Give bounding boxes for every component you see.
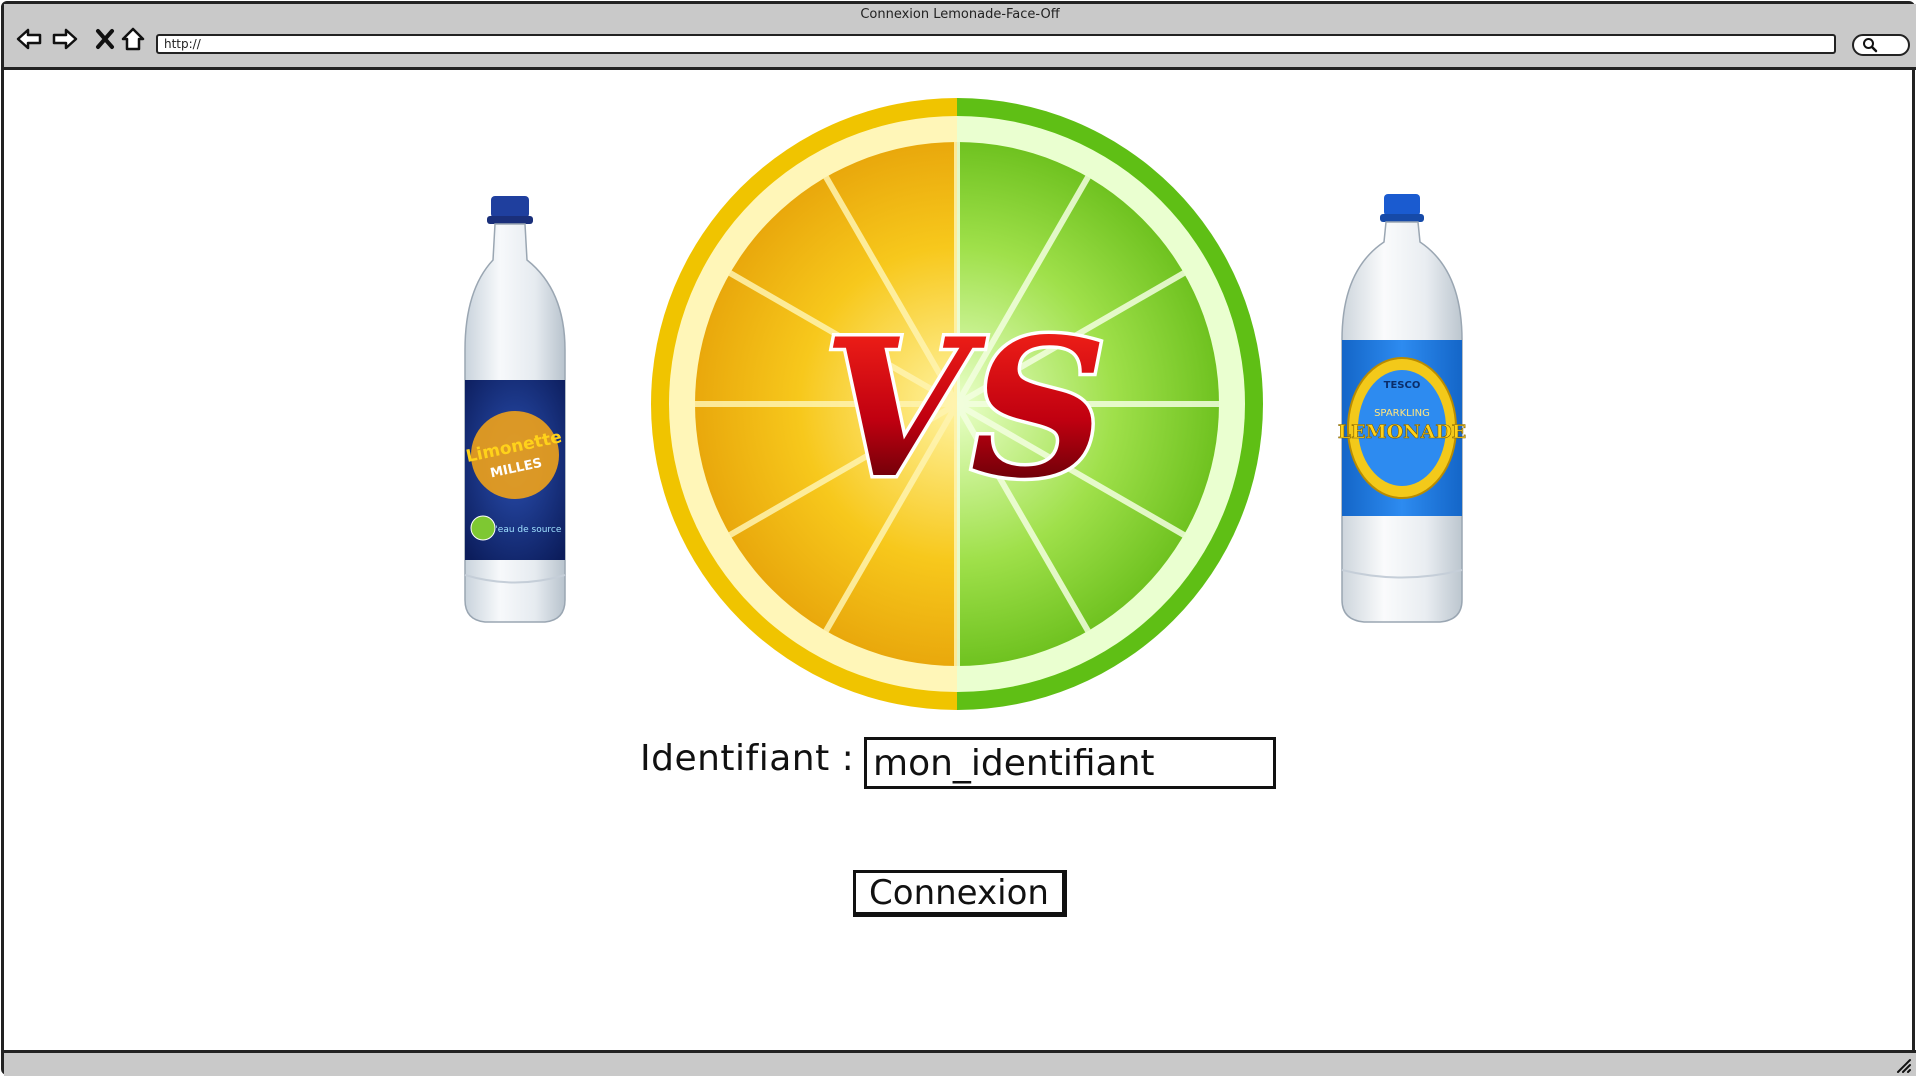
right-bottle-retailer: TESCO	[1384, 380, 1421, 391]
browser-titlebar: Connexion Lemonade-Face-Off	[4, 4, 1916, 70]
tesco-lemonade-bottle-image: TESCO SPARKLING LEMONADE	[1312, 180, 1492, 630]
identifier-input[interactable]	[864, 737, 1276, 789]
home-icon[interactable]	[118, 24, 148, 54]
limonette-bottle-image: Limonette MILLES N'eau de source	[425, 180, 605, 630]
close-icon[interactable]	[90, 24, 120, 54]
resize-grip-icon[interactable]	[1894, 1056, 1912, 1074]
forward-arrow-icon[interactable]	[50, 24, 80, 54]
url-input[interactable]	[156, 34, 1836, 54]
right-bottle-product: LEMONADE	[1338, 421, 1467, 443]
identifier-label: Identifiant :	[640, 738, 855, 779]
browser-statusbar	[4, 1050, 1916, 1076]
login-button[interactable]: Connexion	[853, 870, 1067, 917]
right-bottle-sparkling: SPARKLING	[1374, 408, 1430, 419]
vs-text: VS	[823, 297, 1108, 520]
back-arrow-icon[interactable]	[14, 24, 44, 54]
window-title: Connexion Lemonade-Face-Off	[860, 7, 1060, 22]
search-button[interactable]	[1852, 34, 1910, 56]
search-icon	[1863, 38, 1878, 53]
left-bottle-tagline: N'eau de source	[489, 525, 562, 535]
vs-label: VS	[819, 290, 1111, 524]
